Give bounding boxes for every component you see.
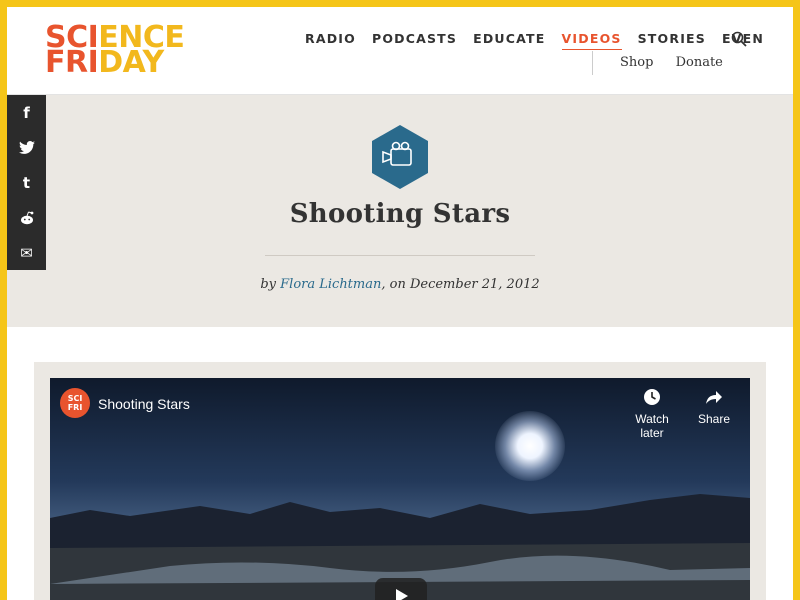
nav-radio[interactable]: RADIO [305, 31, 356, 46]
article-byline: by Flora Lichtman, on December 21, 2012 [260, 277, 540, 292]
play-button[interactable] [375, 578, 427, 600]
twitter-icon [18, 140, 35, 154]
facebook-share-button[interactable]: f [7, 95, 46, 130]
search-icon[interactable] [731, 31, 747, 47]
email-icon: ✉ [20, 243, 33, 262]
video-category-icon [372, 125, 428, 189]
nav-podcasts[interactable]: PODCASTS [372, 31, 457, 46]
video-title[interactable]: Shooting Stars [98, 396, 190, 412]
video-share-button[interactable]: Share [684, 388, 744, 426]
facebook-icon: f [23, 103, 30, 122]
science-friday-logo[interactable]: SCIENCE FRIDAY [45, 23, 185, 78]
share-bar: f t ✉ [7, 95, 46, 270]
clock-icon [644, 389, 660, 405]
article-title: Shooting Stars [289, 199, 511, 229]
video-moon [495, 411, 565, 481]
nav-stories[interactable]: STORIES [638, 31, 706, 46]
tumblr-share-button[interactable]: t [7, 165, 46, 200]
page-frame: SCIENCE FRIDAY RADIO PODCASTS EDUCATE VIDEO… [7, 7, 793, 600]
nav-educate[interactable]: EDUCATE [473, 31, 545, 46]
nav-videos[interactable]: VIDEOS [561, 31, 622, 50]
watch-later-button[interactable]: Watch later [622, 388, 682, 440]
video-player[interactable]: SCI FRI Shooting Stars Watch later Share [50, 378, 750, 600]
twitter-share-button[interactable] [7, 130, 46, 165]
site-header: SCIENCE FRIDAY RADIO PODCASTS EDUCATE VIDEO… [7, 7, 793, 95]
donate-link[interactable]: Donate [676, 55, 723, 70]
main-nav: RADIO PODCASTS EDUCATE VIDEOS STORIES EVEN [305, 31, 780, 50]
sub-nav: Shop Donate [592, 51, 741, 75]
channel-logo[interactable]: SCI FRI [60, 388, 90, 418]
title-divider [265, 255, 535, 256]
shop-link[interactable]: Shop [620, 55, 653, 70]
email-share-button[interactable]: ✉ [7, 235, 46, 270]
tumblr-icon: t [22, 173, 31, 192]
author-link[interactable]: Flora Lichtman [280, 277, 381, 292]
share-arrow-icon [706, 391, 722, 404]
